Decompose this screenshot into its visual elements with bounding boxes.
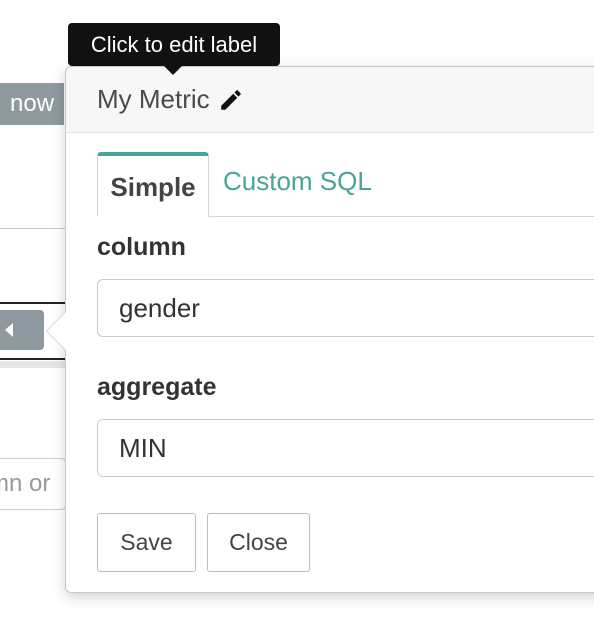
- edit-label-tooltip: Click to edit label: [68, 23, 280, 75]
- aggregate-label: aggregate: [97, 373, 217, 401]
- tooltip-arrow: [164, 66, 182, 75]
- background-input[interactable]: mn or: [0, 458, 66, 510]
- tooltip-text: Click to edit label: [90, 32, 258, 57]
- collapse-button[interactable]: [0, 310, 44, 350]
- popover-header: My Metric: [66, 67, 594, 133]
- aggregate-select-value: MIN: [119, 433, 167, 463]
- tab-custom-sql[interactable]: Custom SQL: [223, 152, 372, 216]
- time-badge-label: now: [10, 90, 55, 117]
- close-button[interactable]: Close: [207, 513, 310, 572]
- background-divider: [0, 228, 66, 229]
- caret-left-icon: [5, 323, 13, 337]
- metric-label[interactable]: My Metric: [97, 84, 210, 115]
- metric-tabs: Simple Custom SQL: [97, 152, 594, 217]
- background-input-text: mn or: [0, 470, 51, 497]
- tab-simple[interactable]: Simple: [97, 152, 209, 217]
- column-select-value: gender: [119, 293, 200, 323]
- column-label: column: [97, 233, 186, 261]
- column-select[interactable]: gender: [97, 279, 594, 337]
- metric-popover: My Metric Simple Custom SQL column gende…: [46, 66, 594, 593]
- pencil-icon[interactable]: [218, 87, 244, 113]
- time-badge: now: [0, 83, 64, 125]
- save-button[interactable]: Save: [97, 513, 196, 572]
- app-stage: now mn or My Metric Simple Custom SQL co…: [0, 0, 594, 642]
- background-strip: [0, 361, 66, 368]
- aggregate-select[interactable]: MIN: [97, 419, 594, 477]
- popover-arrow: [46, 311, 66, 351]
